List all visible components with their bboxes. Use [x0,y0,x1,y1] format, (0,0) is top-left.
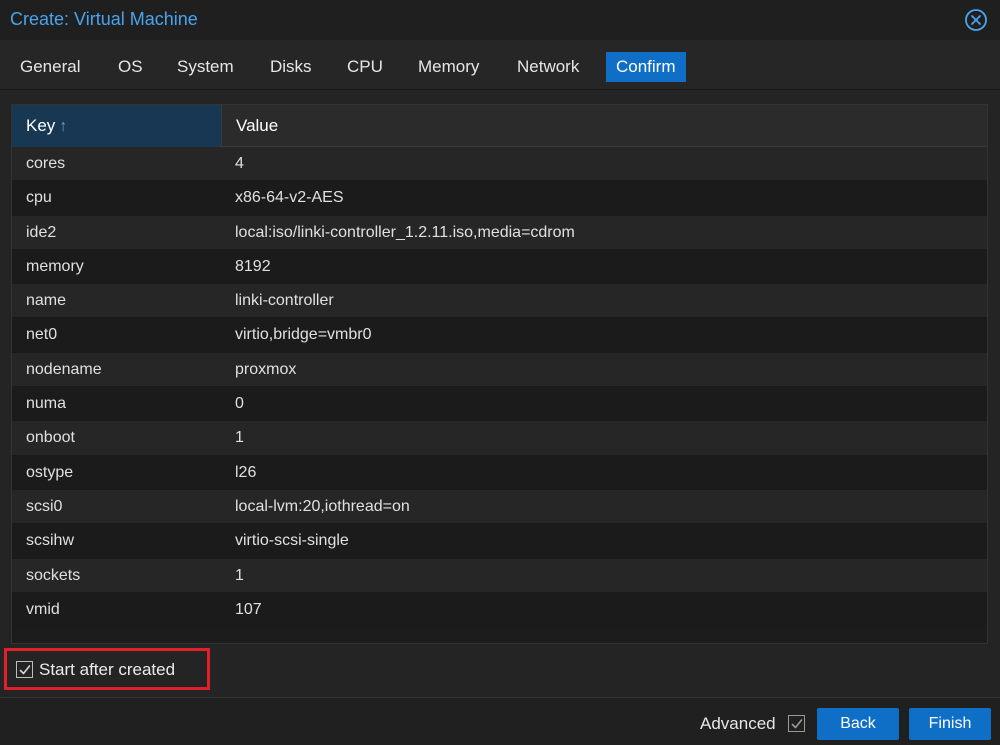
row-key: sockets [26,566,81,584]
row-value: local:iso/linki-controller_1.2.11.iso,me… [235,223,575,241]
row-value: 107 [235,600,262,618]
row-key: memory [26,257,84,275]
grid-header: Key ↑ Value [12,105,987,147]
table-row[interactable]: numa 0 [12,387,987,422]
tab-confirm[interactable]: Confirm [606,52,686,82]
row-value: virtio-scsi-single [235,532,349,550]
grid-rows: cores 4 cpu x86-64-v2-AES ide2 local:iso/li… [12,147,987,628]
close-circle-icon[interactable] [964,8,988,32]
row-key: cpu [26,189,52,207]
row-key: ide2 [26,223,57,241]
row-key: numa [26,395,67,413]
row-key: scsi0 [26,497,63,515]
table-row[interactable]: vmid 107 [12,592,987,628]
table-row[interactable]: ide2 local:iso/linki-controller_1.2.11.is… [12,215,987,250]
row-value: 0 [235,395,244,413]
row-key: nodename [26,360,102,378]
table-row[interactable]: onboot 1 [12,421,987,456]
tab-os[interactable]: OS [108,52,153,82]
table-row[interactable]: scsihw virtio-scsi-single [12,524,987,559]
table-row[interactable]: memory 8192 [12,249,987,285]
advanced-checkbox[interactable] [788,715,805,732]
row-value: 1 [235,429,244,447]
checkmark-icon [791,719,803,729]
window-title: Create: Virtual Machine [10,9,198,29]
tab-network[interactable]: Network [507,52,589,82]
start-after-created-option: Start after created [4,648,210,690]
row-value: proxmox [235,360,297,378]
table-row[interactable]: nodename proxmox [12,352,987,388]
table-row[interactable]: cores 4 [12,147,987,182]
dialog-footer: Advanced Back Finish [0,697,1000,745]
row-value: virtio,bridge=vmbr0 [235,326,372,344]
column-header-value[interactable]: Value [221,105,987,147]
row-value: 4 [235,155,244,172]
column-header-key[interactable]: Key ↑ [12,105,221,147]
row-value: 1 [235,566,244,584]
advanced-label[interactable]: Advanced [700,714,776,734]
back-button[interactable]: Back [817,708,899,740]
start-after-created-label[interactable]: Start after created [39,660,175,680]
checkmark-icon [19,665,31,675]
row-key: name [26,292,67,310]
tab-system[interactable]: System [167,52,244,82]
row-key: cores [26,155,66,172]
table-row[interactable]: name linki-controller [12,284,987,319]
table-row[interactable]: scsi0 local-lvm:20,iothread=on [12,489,987,525]
row-value: 8192 [235,257,271,275]
confirm-grid: Key ↑ Value cores 4 cpu x86-64-v2-AES ide2 l… [11,104,988,644]
table-row[interactable]: ostype l26 [12,455,987,490]
row-key: vmid [26,600,60,618]
tab-general[interactable]: General [10,52,90,82]
row-value: local-lvm:20,iothread=on [235,497,410,515]
row-key: onboot [26,429,75,447]
tab-disks[interactable]: Disks [260,52,322,82]
row-key: ostype [26,463,74,481]
table-row[interactable]: net0 virtio,bridge=vmbr0 [12,318,987,353]
tab-cpu[interactable]: CPU [337,52,393,82]
column-header-key-label: Key [26,116,56,135]
table-row[interactable]: sockets 1 [12,558,987,593]
wizard-tabbar: General OS System Disks CPU Memory Netwo… [0,40,1000,90]
row-value: l26 [235,463,257,481]
window-titlebar: Create: Virtual Machine [0,0,1000,40]
row-key: scsihw [26,532,75,550]
arrow-up-icon: ↑ [59,118,68,135]
finish-button[interactable]: Finish [909,708,991,740]
row-value: linki-controller [235,292,334,310]
row-value: x86-64-v2-AES [235,189,344,207]
row-key: net0 [26,326,58,344]
start-after-created-checkbox[interactable] [16,661,33,678]
tab-memory[interactable]: Memory [408,52,489,82]
table-row[interactable]: cpu x86-64-v2-AES [12,181,987,216]
